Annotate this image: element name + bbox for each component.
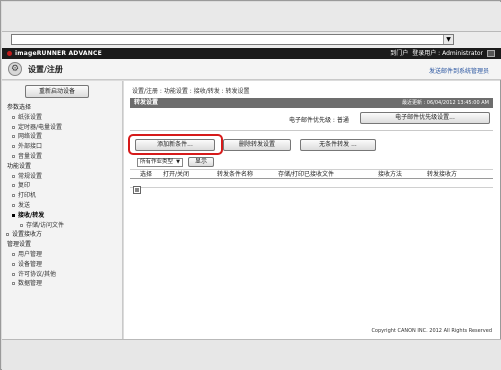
sidebar-item-printer[interactable]: 打印机: [2, 191, 123, 201]
sidebar-item-label: 数据管理: [18, 280, 43, 288]
bullet-icon: [20, 223, 23, 227]
page-titlebar: ⚙ 设置/注册 发送邮件到系统管理员: [2, 59, 501, 80]
bullet-icon: [12, 184, 15, 188]
browser-toolbar: [2, 2, 501, 32]
bullet-icon: [12, 252, 15, 256]
sidebar-item-device-management[interactable]: 设备管理: [2, 260, 123, 270]
portal-link[interactable]: 到门户: [390, 49, 408, 58]
sidebar-item-volume[interactable]: 音量设置: [2, 152, 123, 162]
bullet-icon: [12, 272, 15, 276]
page-top-icon[interactable]: [133, 186, 141, 194]
logout-icon[interactable]: [487, 50, 495, 57]
browser-statusbar: [2, 339, 501, 370]
sidebar-item-label: 纸张设置: [18, 113, 43, 121]
sidebar-item-receive-forward[interactable]: 接收/转发: [2, 211, 123, 221]
column-header-receive-method: 接收方法: [378, 171, 403, 178]
sidebar-item-label: 外部接口: [18, 143, 43, 151]
email-priority-settings-button[interactable]: 电子邮件优先级设置...: [360, 112, 490, 124]
bullet-icon: [6, 233, 9, 237]
bullet-icon: [12, 262, 15, 266]
sidebar-item-label: 定时器/电量设置: [18, 123, 63, 131]
nav-group-preferences: 参数选择: [7, 104, 32, 111]
sidebar-item-label: 用户管理: [18, 250, 43, 258]
delete-forward-settings-button[interactable]: 删除转发设置: [223, 139, 291, 151]
settings-gear-icon: ⚙: [8, 62, 22, 76]
nav-group-management: 管理设置: [7, 241, 32, 249]
sidebar-item-label: 复印: [18, 182, 31, 190]
sidebar-item-label: 音量设置: [18, 152, 43, 160]
column-header-forward-destination: 转发接收方: [427, 171, 458, 178]
bullet-icon: [12, 145, 15, 149]
bullet-icon: [12, 135, 15, 139]
bullet-icon: [12, 115, 15, 119]
column-header-store-print: 存储/打印已接收文件: [278, 171, 335, 178]
browser-window: ▼ imageRUNNER ADVANCE 到门户 登录用户 : Adminis…: [0, 0, 501, 370]
column-header-on-off: 打开/关闭: [163, 171, 190, 178]
chevron-down-icon: ▼: [176, 159, 180, 165]
sidebar-item-set-destination[interactable]: 设置接收方: [2, 230, 123, 240]
sidebar-item-external-interface[interactable]: 外部接口: [2, 142, 123, 152]
login-user: 登录用户 : Administrator: [412, 50, 483, 57]
sidebar-item-timer[interactable]: 定时器/电量设置: [2, 123, 123, 133]
divider: [130, 130, 493, 131]
chevron-down-icon[interactable]: ▼: [443, 35, 453, 44]
panel-header: 转发设置 最近更新 : 06/04/2012 13:45:00 AM: [130, 98, 493, 108]
sidebar-item-label: 许可协议/其他: [18, 270, 57, 278]
sidebar: 重新启动设备 参数选择 纸张设置 定时器/电量设置 网络设置 外部接口 音量设置…: [2, 81, 123, 339]
sidebar-item-copy[interactable]: 复印: [2, 181, 123, 191]
bullet-icon: [12, 174, 15, 178]
column-header-condition-name: 转发条件名称: [217, 171, 254, 178]
page-title: 设置/注册: [28, 65, 63, 74]
sidebar-item-network[interactable]: 网络设置: [2, 132, 123, 142]
address-dropdown[interactable]: ▼: [11, 34, 454, 45]
sidebar-item-label: 设置接收方: [12, 231, 43, 239]
sidebar-item-label: 存储/访问文件: [26, 221, 65, 229]
column-header-select: 选择: [140, 171, 153, 178]
last-updated: 最近更新 : 06/04/2012 13:45:00 AM: [401, 100, 489, 106]
sidebar-item-label: 打印机: [18, 192, 37, 200]
bullet-icon: [12, 213, 15, 217]
panel-title: 转发设置: [134, 99, 159, 106]
brand-name: imageRUNNER ADVANCE: [15, 50, 102, 57]
bullet-icon: [12, 125, 15, 129]
show-button[interactable]: 显示: [188, 157, 214, 167]
sidebar-item-label: 接收/转发: [18, 211, 45, 219]
sidebar-item-common[interactable]: 常规设置: [2, 172, 123, 182]
table-row: [130, 179, 493, 188]
copyright: Copyright CANON INC. 2012 All Rights Res…: [371, 328, 492, 334]
nav-group-function-settings: 功能设置: [7, 162, 32, 170]
sidebar-item-label: 常规设置: [18, 172, 43, 180]
sidebar-item-label: 设备管理: [18, 260, 43, 268]
sidebar-item-paper[interactable]: 纸张设置: [2, 113, 123, 123]
filter-select-value: 所有作业类型: [140, 159, 174, 165]
breadcrumb: 设置/注册 : 功能设置 : 接收/转发 : 转发设置: [132, 88, 250, 95]
bullet-icon: [12, 154, 15, 158]
table-header: 选择 打开/关闭 转发条件名称 存储/打印已接收文件 接收方法 转发接收方: [130, 169, 493, 179]
unconditional-forward-button[interactable]: 无条件转发 ...: [300, 139, 376, 151]
sidebar-item-store-access[interactable]: 存储/访问文件: [2, 221, 123, 231]
main-content: 设置/注册 : 功能设置 : 接收/转发 : 转发设置 转发设置 最近更新 : …: [124, 81, 500, 339]
canon-logo-icon: [7, 51, 12, 56]
bullet-icon: [12, 203, 15, 207]
sidebar-item-send[interactable]: 发送: [2, 201, 123, 211]
add-new-condition-button[interactable]: 添加新条件...: [135, 139, 215, 151]
sidebar-item-user-management[interactable]: 用户管理: [2, 250, 123, 260]
send-mail-admin-link[interactable]: 发送邮件到系统管理员: [429, 66, 489, 75]
job-type-filter-select[interactable]: 所有作业类型 ▼: [137, 158, 183, 167]
restart-device-button[interactable]: 重新启动设备: [25, 85, 89, 98]
sidebar-item-license[interactable]: 许可协议/其他: [2, 270, 123, 280]
bullet-icon: [12, 282, 15, 286]
sidebar-item-data-management[interactable]: 数据管理: [2, 279, 123, 289]
bullet-icon: [12, 194, 15, 198]
app-header: imageRUNNER ADVANCE 到门户 登录用户 : Administr…: [2, 48, 501, 59]
sidebar-item-label: 发送: [18, 201, 31, 209]
email-priority-label: 电子邮件优先级 : 普通: [289, 117, 349, 124]
sidebar-nav: 参数选择 纸张设置 定时器/电量设置 网络设置 外部接口 音量设置 功能设置 常…: [2, 103, 123, 289]
sidebar-item-label: 网络设置: [18, 133, 43, 141]
